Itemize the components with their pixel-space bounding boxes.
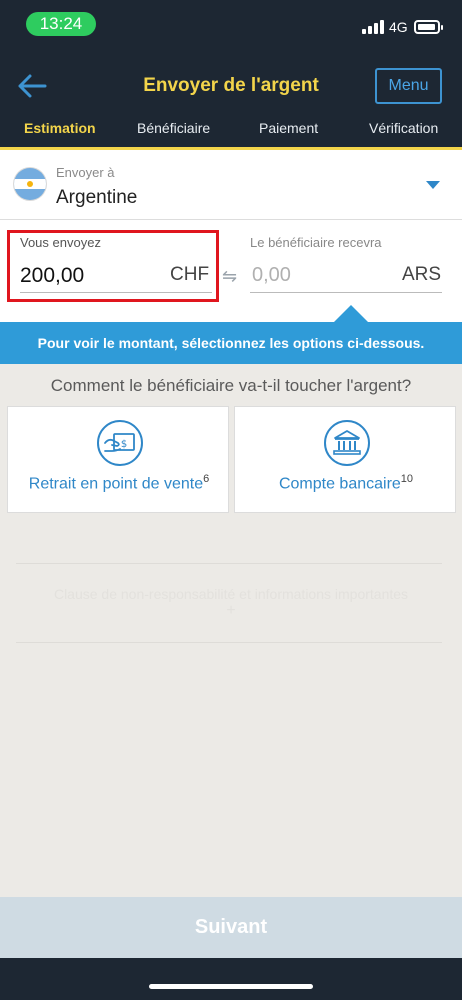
next-button[interactable]: Suivant [0, 897, 462, 958]
tab-verification[interactable]: Vérification [369, 120, 438, 136]
country-label: Envoyer à [56, 165, 115, 180]
option-bank-account-label: Compte bancaire10 [278, 473, 414, 493]
receive-currency: ARS [402, 264, 442, 285]
step-tabs: Estimation Bénéficiaire Paiement Vérific… [0, 114, 462, 150]
send-amount-input[interactable]: 200,00 [20, 264, 84, 288]
send-amount-label: Vous envoyez [20, 235, 101, 250]
send-currency: CHF [170, 264, 210, 285]
cash-pickup-icon: $ [97, 420, 143, 466]
menu-button[interactable]: Menu [375, 68, 442, 104]
country-selector[interactable]: Envoyer à Argentine [0, 150, 462, 220]
delivery-question: Comment le bénéficiaire va-t-il toucher … [50, 376, 412, 395]
country-value: Argentine [56, 187, 138, 208]
network-type: 4G [389, 19, 408, 35]
option-cash-pickup[interactable]: $ Retrait en point de vente6 [7, 406, 229, 513]
disclaimer-toggle[interactable]: Clause de non-responsabilité et informat… [0, 586, 462, 602]
option-cash-pickup-label: Retrait en point de vente6 [28, 473, 210, 493]
divider [16, 642, 442, 643]
plus-icon[interactable]: + [0, 602, 462, 620]
receive-amount-input[interactable]: 0,00 [252, 264, 291, 287]
svg-text:$: $ [121, 439, 127, 450]
divider [16, 563, 442, 564]
receive-amount-label: Le bénéficiaire recevra [250, 235, 382, 250]
status-time: 13:24 [26, 12, 96, 36]
send-amount-underline [20, 292, 212, 293]
status-bar: 13:24 4G [0, 0, 462, 48]
bank-icon [324, 420, 370, 466]
tab-beneficiaire[interactable]: Bénéficiaire [137, 120, 210, 136]
argentina-flag-icon [14, 168, 46, 200]
signal-icon [362, 20, 384, 34]
swap-icon: ⇋ [222, 266, 238, 286]
banner-pointer [334, 305, 368, 322]
info-banner: Pour voir le montant, sélectionnez les o… [0, 322, 462, 364]
app-header: Envoyer de l'argent Menu Estimation Béné… [0, 48, 462, 150]
main-content: Envoyer à Argentine Vous envoyez 200,00 … [0, 150, 462, 958]
option-bank-account[interactable]: Compte bancaire10 [234, 406, 456, 513]
receive-amount-underline [250, 292, 442, 293]
home-indicator[interactable] [149, 984, 313, 989]
chevron-down-icon[interactable] [426, 181, 440, 189]
battery-icon [414, 20, 443, 34]
tab-paiement[interactable]: Paiement [259, 120, 318, 136]
tab-estimation[interactable]: Estimation [24, 120, 96, 136]
